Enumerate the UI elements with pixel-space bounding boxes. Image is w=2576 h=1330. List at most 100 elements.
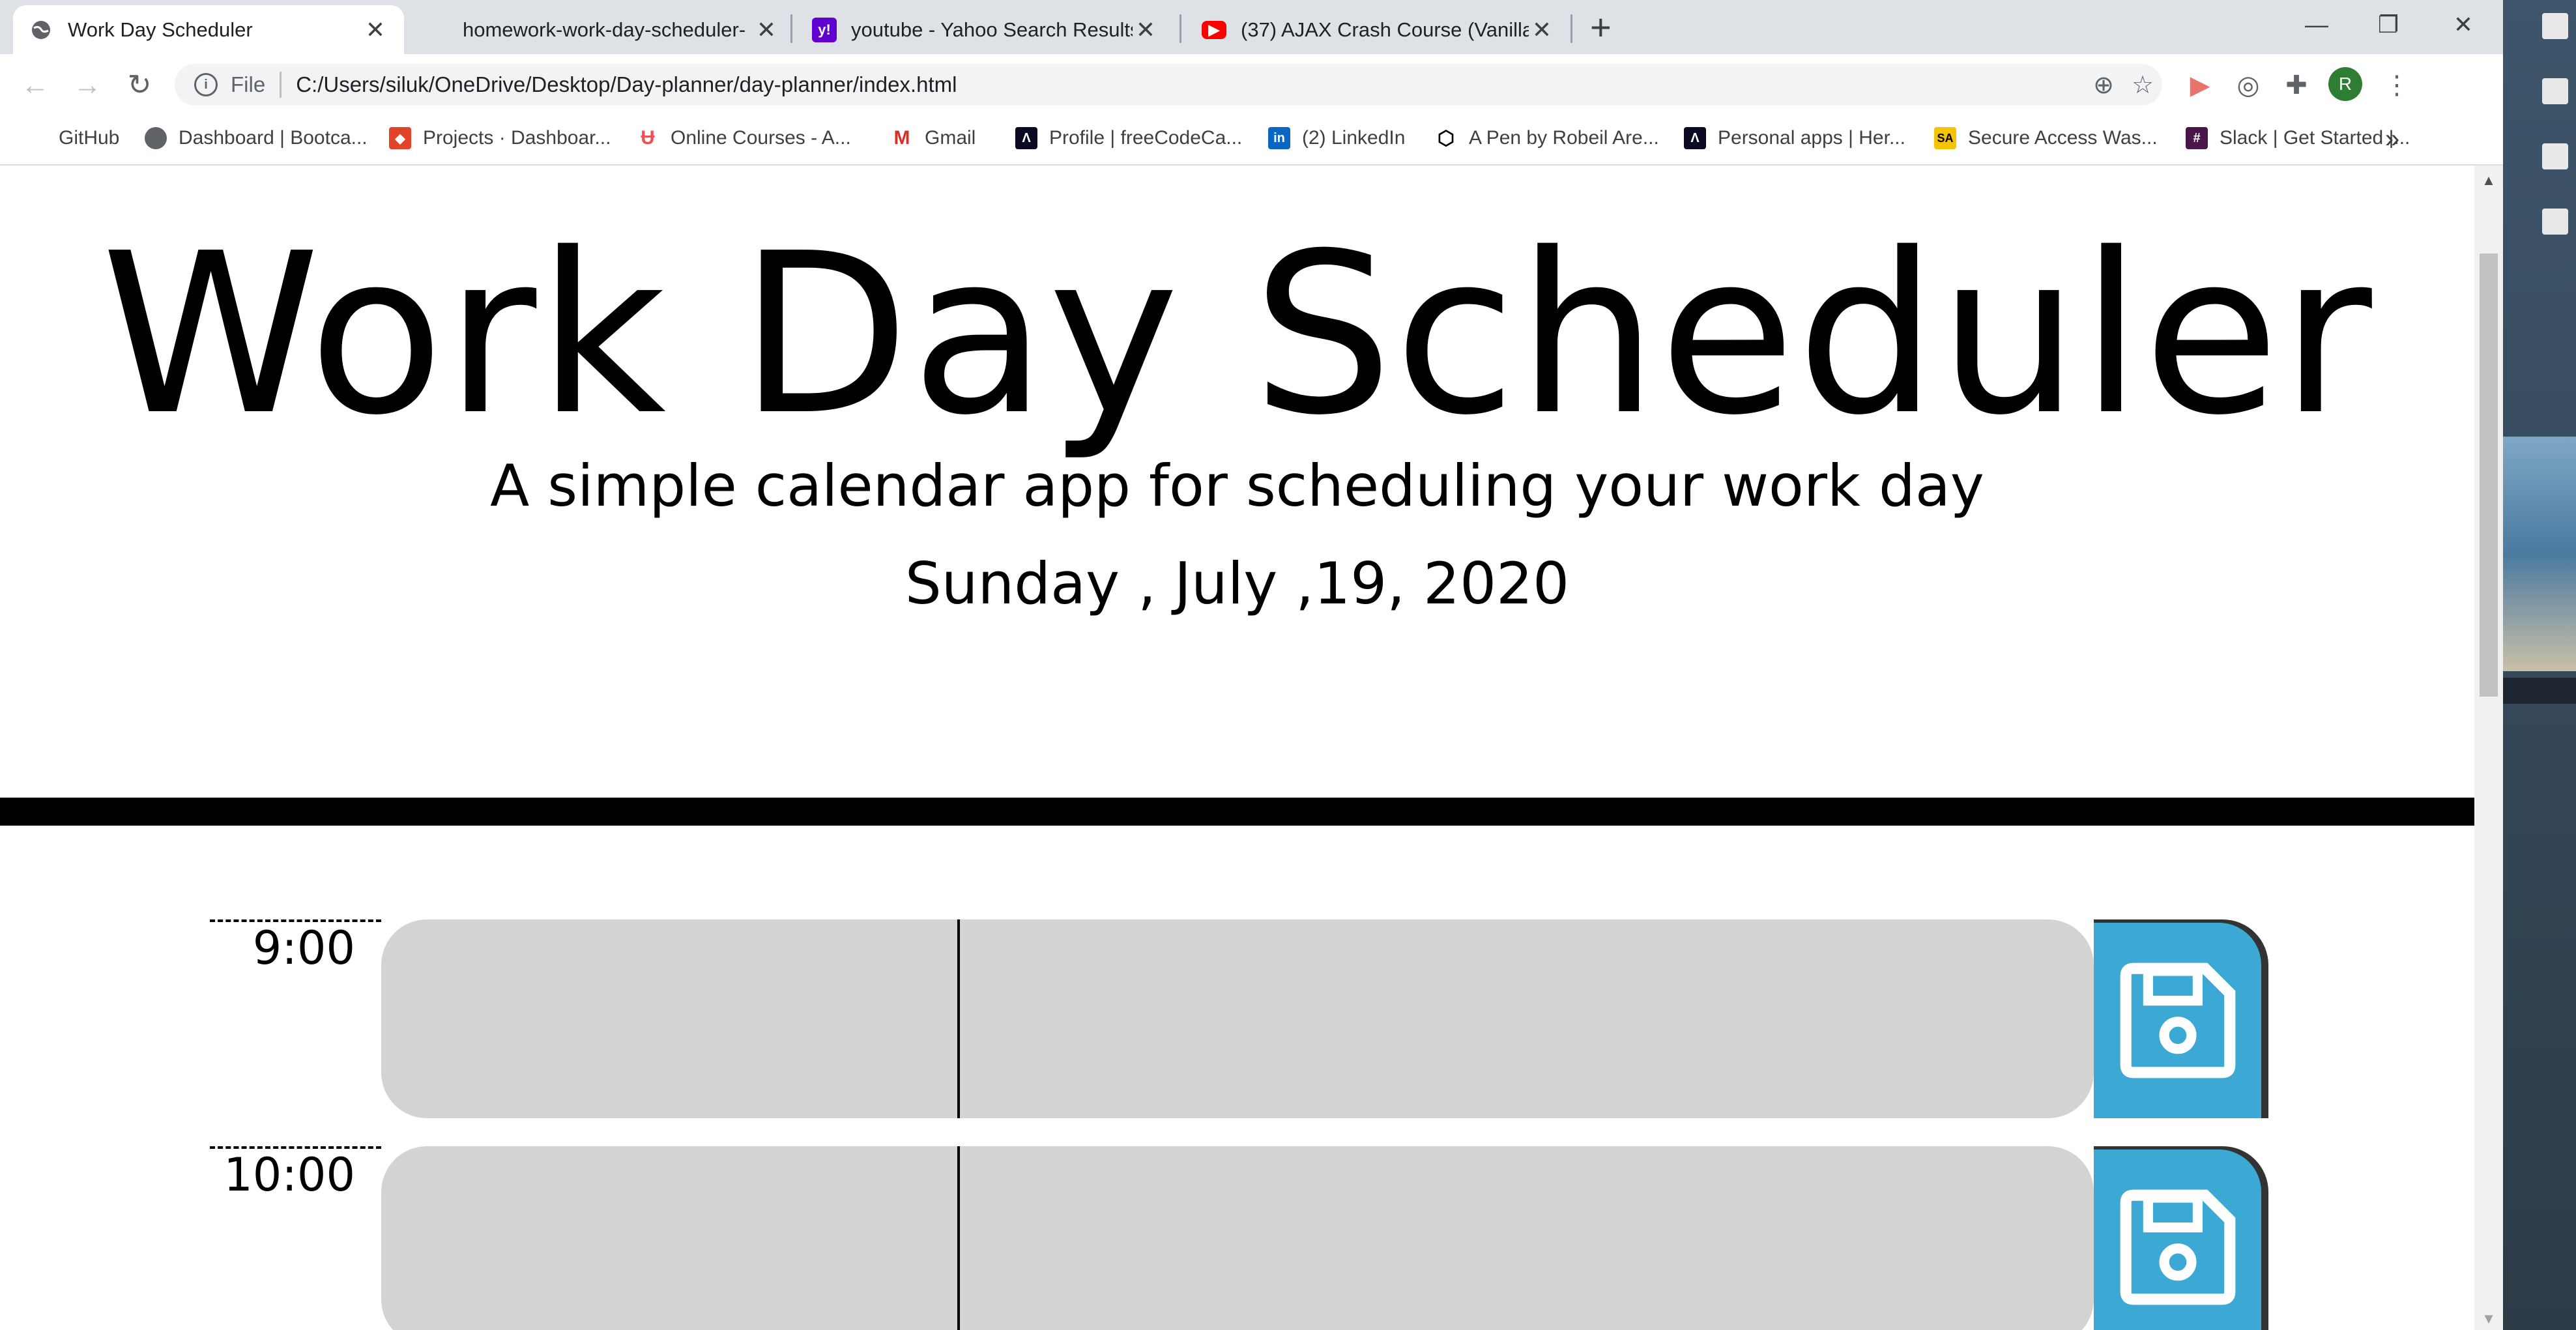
slack-icon: # xyxy=(2186,127,2208,149)
bookmark-item[interactable]: ◆ Projects · Dashboar... xyxy=(389,127,611,149)
reload-icon[interactable]: ↻ xyxy=(121,67,158,104)
bookmark-item[interactable]: Ʉ Online Courses - A... xyxy=(637,127,851,149)
close-tab-icon[interactable]: ✕ xyxy=(362,16,388,44)
bookmark-item[interactable]: in (2) LinkedIn xyxy=(1268,127,1405,149)
tab-title: (37) AJAX Crash Course (Vanilla J xyxy=(1241,18,1529,41)
udemy-icon: Ʉ xyxy=(637,127,659,149)
forward-arrow-icon[interactable]: → xyxy=(69,67,106,104)
linkedin-icon: in xyxy=(1268,127,1290,149)
current-day: Sunday , July ,19, 2020 xyxy=(904,550,1570,617)
desktop-shortcut-icon[interactable] xyxy=(2542,78,2568,104)
hour-label: 9:00 xyxy=(210,919,381,1118)
url-text[interactable]: C:/Users/siluk/OneDrive/Desktop/Day-plan… xyxy=(296,72,2084,97)
menu-dots-icon[interactable]: ⋮ xyxy=(2379,67,2415,104)
heroku-icon: Λ xyxy=(1684,127,1706,149)
omnibox-separator xyxy=(280,72,282,98)
close-tab-icon[interactable]: ✕ xyxy=(753,16,779,44)
tab-title: Work Day Scheduler xyxy=(68,18,253,41)
tab-separator xyxy=(1179,14,1181,43)
gmail-icon: M xyxy=(891,127,913,149)
description-textarea[interactable] xyxy=(381,1146,2094,1330)
youtube-icon: ▶ xyxy=(1202,20,1226,39)
bookmarks-overflow-button[interactable]: » xyxy=(2385,124,2399,154)
save-button[interactable] xyxy=(2094,1146,2265,1330)
bookmarks-bar: GitHub Dashboard | Bootca... ◆ Projects ·… xyxy=(0,114,2503,166)
scroll-down-arrow-icon[interactable]: ▼ xyxy=(2474,1310,2503,1327)
bookmark-item[interactable]: Λ Personal apps | Her... xyxy=(1684,127,1905,149)
close-window-button[interactable]: ✕ xyxy=(2434,5,2493,44)
desktop-shortcut-icon[interactable] xyxy=(2542,13,2568,39)
codepen-icon: ⬡ xyxy=(1435,127,1457,149)
zoom-icon[interactable]: ⊕ xyxy=(2084,70,2123,100)
text-caret xyxy=(957,919,960,1118)
address-bar[interactable]: i File C:/Users/siluk/OneDrive/Desktop/D… xyxy=(175,64,2162,106)
bookmark-label: Secure Access Was... xyxy=(1968,127,2158,149)
text-caret xyxy=(957,1146,960,1330)
bookmark-label: (2) LinkedIn xyxy=(1302,127,1406,149)
restore-button[interactable]: ❐ xyxy=(2359,5,2418,44)
desktop-background xyxy=(2503,0,2576,1330)
bookmark-label: Online Courses - A... xyxy=(671,127,851,149)
bookmark-item[interactable]: # Slack | Get Started |... xyxy=(2186,127,2410,149)
browser-window: Work Day Scheduler ✕ homework-work-day-s… xyxy=(0,0,2503,1330)
scrollbar-thumb[interactable] xyxy=(2480,253,2498,697)
sa-icon: SA xyxy=(1934,127,1956,149)
puzzle-icon[interactable]: ✚ xyxy=(2278,67,2315,104)
extension-icon[interactable]: ◎ xyxy=(2230,67,2266,104)
page-lead: A simple calendar app for scheduling you… xyxy=(490,452,1984,519)
close-tab-icon[interactable]: ✕ xyxy=(1133,16,1159,44)
tab-ajax-crash-course[interactable]: ▶ (37) AJAX Crash Course (Vanilla J ✕ xyxy=(1186,5,1570,54)
extension-icon[interactable]: ▶ xyxy=(2182,67,2218,104)
bookmark-item[interactable]: Dashboard | Bootca... xyxy=(145,127,368,149)
globe-icon xyxy=(29,18,53,42)
bookmark-item[interactable]: M Gmail xyxy=(891,127,976,149)
time-block: 10:00 xyxy=(210,1146,2265,1330)
close-tab-icon[interactable]: ✕ xyxy=(1529,16,1555,44)
tab-homework[interactable]: homework-work-day-scheduler- ✕ xyxy=(417,5,795,54)
floppy-disk-icon xyxy=(2120,962,2235,1078)
bookmark-label: Gmail xyxy=(925,127,976,149)
bookmark-label: Profile | freeCodeCa... xyxy=(1049,127,1243,149)
second-monitor-wallpaper xyxy=(2503,437,2576,671)
tab-work-day-scheduler[interactable]: Work Day Scheduler ✕ xyxy=(13,5,404,54)
bookmark-item[interactable]: ⬡ A Pen by Robeil Are... xyxy=(1435,127,1659,149)
hour-label: 10:00 xyxy=(210,1146,381,1330)
jumbotron-border xyxy=(0,798,2474,826)
page-scrollbar[interactable]: ▲ ▼ xyxy=(2474,166,2503,1330)
profile-avatar[interactable]: R xyxy=(2328,67,2362,101)
tab-separator xyxy=(790,14,792,43)
bookmark-label: Dashboard | Bootca... xyxy=(179,127,368,149)
yahoo-icon: y! xyxy=(812,17,837,42)
page-viewport: Work Day Scheduler A simple calendar app… xyxy=(0,166,2474,1330)
bookmark-item[interactable]: SA Secure Access Was... xyxy=(1934,127,2158,149)
bookmark-label: Projects · Dashboar... xyxy=(423,127,611,149)
tab-separator xyxy=(1570,14,1572,43)
minimize-button[interactable]: — xyxy=(2287,5,2346,44)
taskbar-strip xyxy=(2503,678,2576,704)
globe-icon xyxy=(145,127,167,149)
scheme-label: File xyxy=(231,72,266,96)
bookmark-label: GitHub xyxy=(59,127,120,149)
new-tab-button[interactable]: + xyxy=(1590,9,1612,46)
bookmark-label: Slack | Get Started |... xyxy=(2220,127,2410,149)
description-textarea[interactable] xyxy=(381,919,2094,1118)
info-icon[interactable]: i xyxy=(194,73,218,96)
back-arrow-icon[interactable]: ← xyxy=(17,67,53,104)
browser-toolbar: ← → ↻ i File C:/Users/siluk/OneDrive/Des… xyxy=(0,54,2503,114)
page-title: Work Day Scheduler xyxy=(101,206,2373,464)
tab-title: homework-work-day-scheduler- xyxy=(463,18,746,41)
scroll-up-arrow-icon[interactable]: ▲ xyxy=(2474,172,2503,189)
save-button[interactable] xyxy=(2094,919,2265,1118)
bookmark-star-icon[interactable]: ☆ xyxy=(2123,70,2162,100)
tab-youtube-search[interactable]: y! youtube - Yahoo Search Results ✕ xyxy=(796,5,1174,54)
time-block: 9:00 xyxy=(210,919,2265,1118)
tab-title: youtube - Yahoo Search Results xyxy=(851,18,1133,41)
bookmark-label: Personal apps | Her... xyxy=(1718,127,1905,149)
desktop-shortcut-icon[interactable] xyxy=(2542,143,2568,169)
gitlab-icon: ◆ xyxy=(389,127,411,149)
bookmark-item[interactable]: Λ Profile | freeCodeCa... xyxy=(1015,127,1242,149)
desktop-shortcut-icon[interactable] xyxy=(2542,209,2568,235)
tab-strip: Work Day Scheduler ✕ homework-work-day-s… xyxy=(0,0,2503,54)
freecodecamp-icon: Λ xyxy=(1015,127,1037,149)
bookmark-item[interactable]: GitHub xyxy=(59,127,119,149)
